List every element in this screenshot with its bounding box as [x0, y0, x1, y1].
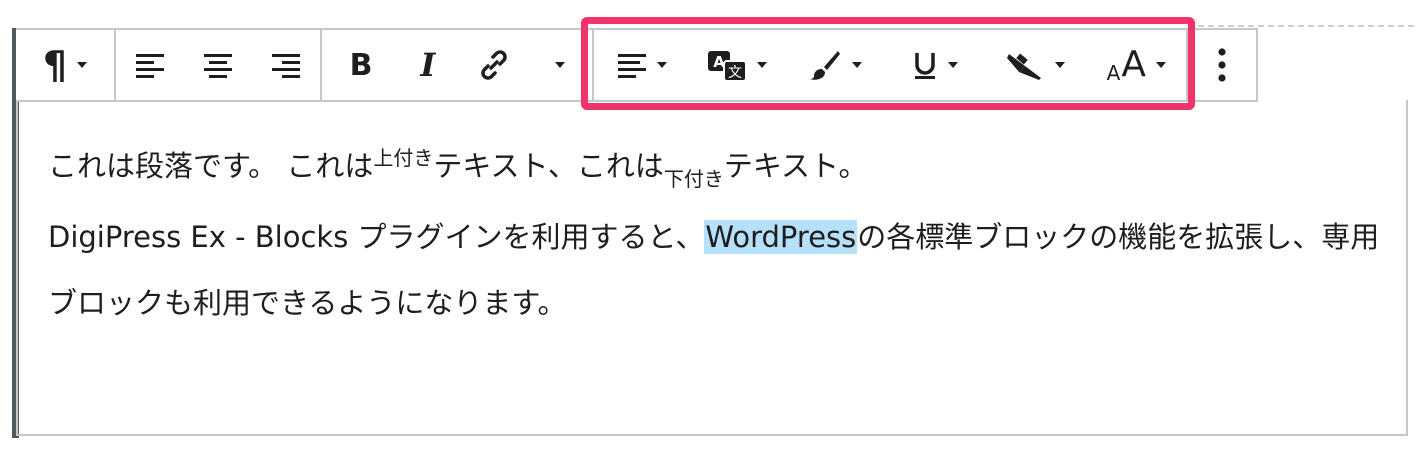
align-center-icon	[204, 54, 232, 78]
text-segment: DigiPress Ex - Blocks プラグインを利用すると、	[48, 220, 705, 254]
chevron-down-icon	[852, 62, 863, 68]
link-icon	[481, 50, 507, 80]
bold-icon: B	[349, 47, 373, 83]
text-segment: これは段落です。 これは	[48, 149, 374, 183]
chevron-down-icon	[947, 62, 958, 68]
selected-text: WordPress	[704, 220, 858, 254]
italic-icon: I	[420, 46, 436, 84]
italic-button[interactable]: I	[396, 30, 460, 100]
underline-icon	[914, 53, 935, 79]
block-boundary-dashed	[1198, 25, 1414, 27]
format-group: B I	[322, 30, 592, 100]
paragraph-icon: ¶	[42, 43, 68, 87]
chevron-down-icon	[656, 62, 667, 68]
extension-tools-group: A 文 A A	[592, 30, 1188, 100]
brush-icon	[810, 51, 841, 80]
paragraph-line-1: これは段落です。 これは上付きテキスト、これは下付きテキスト。	[48, 138, 1388, 204]
text-segment: テキスト。	[723, 149, 868, 183]
chevron-down-icon	[1055, 62, 1066, 68]
font-size-large-label: A	[1121, 44, 1146, 85]
text-color-dropdown[interactable]	[785, 30, 886, 100]
more-options-button[interactable]	[1188, 30, 1256, 100]
svg-text:文: 文	[728, 65, 742, 81]
chevron-down-icon	[555, 62, 565, 68]
block-type-button[interactable]: ¶	[16, 30, 114, 100]
paragraph-line-2: DigiPress Ex - Blocks プラグインを利用すると、WordPr…	[48, 204, 1388, 336]
align-center-button[interactable]	[184, 30, 252, 100]
paragraph-content[interactable]: これは段落です。 これは上付きテキスト、これは下付きテキスト。 DigiPres…	[48, 138, 1388, 336]
block-toolbar: ¶ B I A 文 A A	[16, 28, 1258, 102]
align-right-icon	[272, 54, 300, 78]
align-left-icon	[136, 54, 164, 78]
font-size-icon: A A	[1106, 44, 1146, 85]
highlighter-icon	[1007, 53, 1042, 80]
text-segment: テキスト、これは	[433, 149, 664, 183]
alignment-group	[116, 30, 322, 100]
chevron-down-icon	[757, 62, 768, 68]
more-vertical-icon	[1218, 48, 1226, 82]
font-size-small-label: A	[1106, 61, 1121, 85]
superscript-text: 上付き	[373, 146, 434, 170]
chevron-down-icon	[1156, 62, 1166, 68]
translate-icon: A 文	[708, 51, 748, 81]
chevron-down-icon	[77, 62, 88, 68]
link-button[interactable]	[460, 30, 528, 100]
bold-button[interactable]: B	[322, 30, 396, 100]
align-right-button[interactable]	[252, 30, 320, 100]
subscript-text: 下付き	[663, 167, 724, 191]
font-size-dropdown[interactable]: A A	[1087, 30, 1186, 100]
align-left-button[interactable]	[116, 30, 184, 100]
block-type-group: ¶	[16, 30, 116, 100]
underline-dropdown[interactable]	[886, 30, 983, 100]
options-group	[1188, 30, 1258, 100]
text-align-dropdown[interactable]	[594, 30, 689, 100]
align-left-icon	[617, 54, 646, 78]
translate-dropdown[interactable]: A 文	[689, 30, 784, 100]
more-rich-text-button[interactable]	[528, 30, 592, 100]
highlighter-dropdown[interactable]	[983, 30, 1086, 100]
